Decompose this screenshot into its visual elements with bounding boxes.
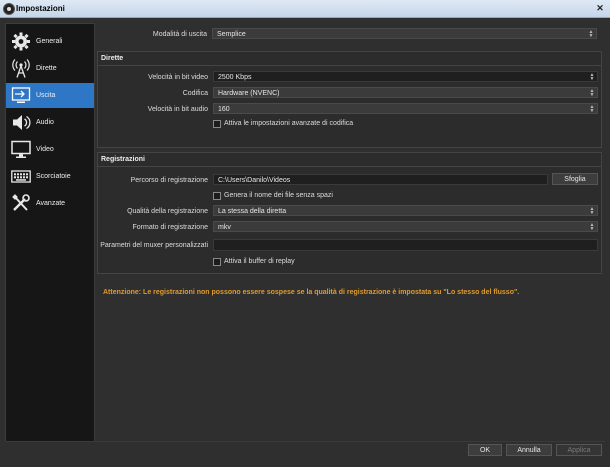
recording-quality-select[interactable]: La stessa della diretta ▲ ▼ <box>213 205 598 216</box>
apply-button[interactable]: Applica <box>556 444 602 456</box>
audio-bitrate-select[interactable]: 160 ▲ ▼ <box>213 103 598 114</box>
no-space-filename-checkbox[interactable]: Genera il nome dei file senza spazi <box>213 191 513 201</box>
divider <box>5 441 605 442</box>
warning-message: Attenzione: Le registrazioni non possono… <box>103 289 520 296</box>
sidebar-item-label: Avanzate <box>36 200 66 207</box>
checkbox-box[interactable] <box>213 258 221 266</box>
speaker-icon <box>13 115 31 130</box>
keyboard-icon <box>11 170 31 183</box>
output-mode-select[interactable]: Semplice ▲ ▼ <box>212 28 597 39</box>
cancel-button[interactable]: Annulla <box>506 444 552 456</box>
sidebar-item-uscita[interactable]: Uscita <box>6 83 94 108</box>
sidebar-item-video[interactable]: Video <box>6 137 94 162</box>
recording-quality-value: La stessa della diretta <box>218 208 287 215</box>
tools-icon <box>12 194 30 211</box>
recording-path-value: C:\Users\Danilo\Videos <box>218 177 291 184</box>
gear-icon <box>12 32 30 51</box>
combo-arrows-icon: ▲ ▼ <box>589 88 595 98</box>
audio-bitrate-value: 160 <box>218 106 230 113</box>
recording-group-title: Registrazioni <box>101 156 145 163</box>
app-icon <box>3 3 15 15</box>
encoder-select[interactable]: Hardware (NVENC) ▲ ▼ <box>213 87 598 98</box>
sidebar-item-audio[interactable]: Audio <box>6 110 94 135</box>
recording-quality-label: Qualità della registrazione <box>127 208 208 215</box>
sidebar-item-label: Audio <box>36 119 54 126</box>
settings-window: Generali Dirette Uscita Audio Video Scor… <box>0 18 610 467</box>
settings-sidebar: Generali Dirette Uscita Audio Video Scor… <box>5 23 95 442</box>
window-title: Impostazioni <box>16 4 65 13</box>
checkbox-box[interactable] <box>213 120 221 128</box>
output-mode-label: Modalità di uscita <box>152 31 207 38</box>
replay-buffer-label: Attiva il buffer di replay <box>224 258 295 265</box>
advanced-encoder-label: Attiva le impostazioni avanzate di codif… <box>224 120 354 127</box>
video-bitrate-value: 2500 Kbps <box>218 74 252 81</box>
combo-arrows-icon: ▲ ▼ <box>588 29 594 39</box>
combo-arrows-icon: ▲ ▼ <box>589 206 595 216</box>
settings-content: Modalità di uscita Semplice ▲ ▼ Dirette V… <box>97 23 602 440</box>
muxer-params-input[interactable] <box>213 239 598 251</box>
streaming-group: Dirette Velocità in bit video 2500 Kbps … <box>97 51 602 148</box>
recording-format-value: mkv <box>218 224 231 231</box>
video-bitrate-label: Velocità in bit video <box>148 74 208 81</box>
sidebar-item-label: Uscita <box>36 92 56 99</box>
replay-buffer-checkbox[interactable]: Attiva il buffer di replay <box>213 257 513 267</box>
sidebar-item-scorciatoie[interactable]: Scorciatoie <box>6 164 94 189</box>
sidebar-item-label: Dirette <box>36 65 57 72</box>
encoder-value: Hardware (NVENC) <box>218 90 280 97</box>
recording-group: Registrazioni Percorso di registrazione … <box>97 152 602 274</box>
advanced-encoder-checkbox[interactable]: Attiva le impostazioni avanzate di codif… <box>213 119 513 129</box>
sidebar-item-generali[interactable]: Generali <box>6 29 94 54</box>
close-icon[interactable]: ✕ <box>594 3 606 13</box>
monitor-icon <box>11 140 31 158</box>
output-mode-value: Semplice <box>217 31 246 38</box>
sidebar-item-label: Generali <box>36 38 63 45</box>
sidebar-item-dirette[interactable]: Dirette <box>6 56 94 81</box>
recording-path-input[interactable]: C:\Users\Danilo\Videos <box>213 174 548 185</box>
recording-format-select[interactable]: mkv ▲ ▼ <box>213 221 598 232</box>
browse-button[interactable]: Sfoglia <box>552 173 598 185</box>
streaming-group-title: Dirette <box>101 55 124 62</box>
sidebar-item-avanzate[interactable]: Avanzate <box>6 191 94 216</box>
combo-arrows-icon: ▲ ▼ <box>589 222 595 232</box>
audio-bitrate-label: Velocità in bit audio <box>147 106 208 113</box>
output-icon <box>11 87 31 103</box>
spinner-arrows-icon[interactable]: ▲ ▼ <box>589 73 595 82</box>
broadcast-antenna-icon <box>12 59 30 78</box>
encoder-label: Codifica <box>182 90 208 97</box>
recording-format-label: Formato di registrazione <box>132 224 208 231</box>
sidebar-item-label: Video <box>36 146 54 153</box>
sidebar-item-label: Scorciatoie <box>36 173 71 180</box>
video-bitrate-input[interactable]: 2500 Kbps ▲ ▼ <box>213 71 598 82</box>
no-space-filename-label: Genera il nome dei file senza spazi <box>224 192 333 199</box>
combo-arrows-icon: ▲ ▼ <box>589 104 595 114</box>
ok-button[interactable]: OK <box>468 444 502 456</box>
recording-path-label: Percorso di registrazione <box>130 177 208 184</box>
title-bar: Impostazioni ✕ <box>0 0 610 18</box>
muxer-params-label: Parametri del muxer personalizzati <box>100 242 208 249</box>
divider <box>98 65 601 66</box>
checkbox-box[interactable] <box>213 192 221 200</box>
divider <box>98 166 601 167</box>
